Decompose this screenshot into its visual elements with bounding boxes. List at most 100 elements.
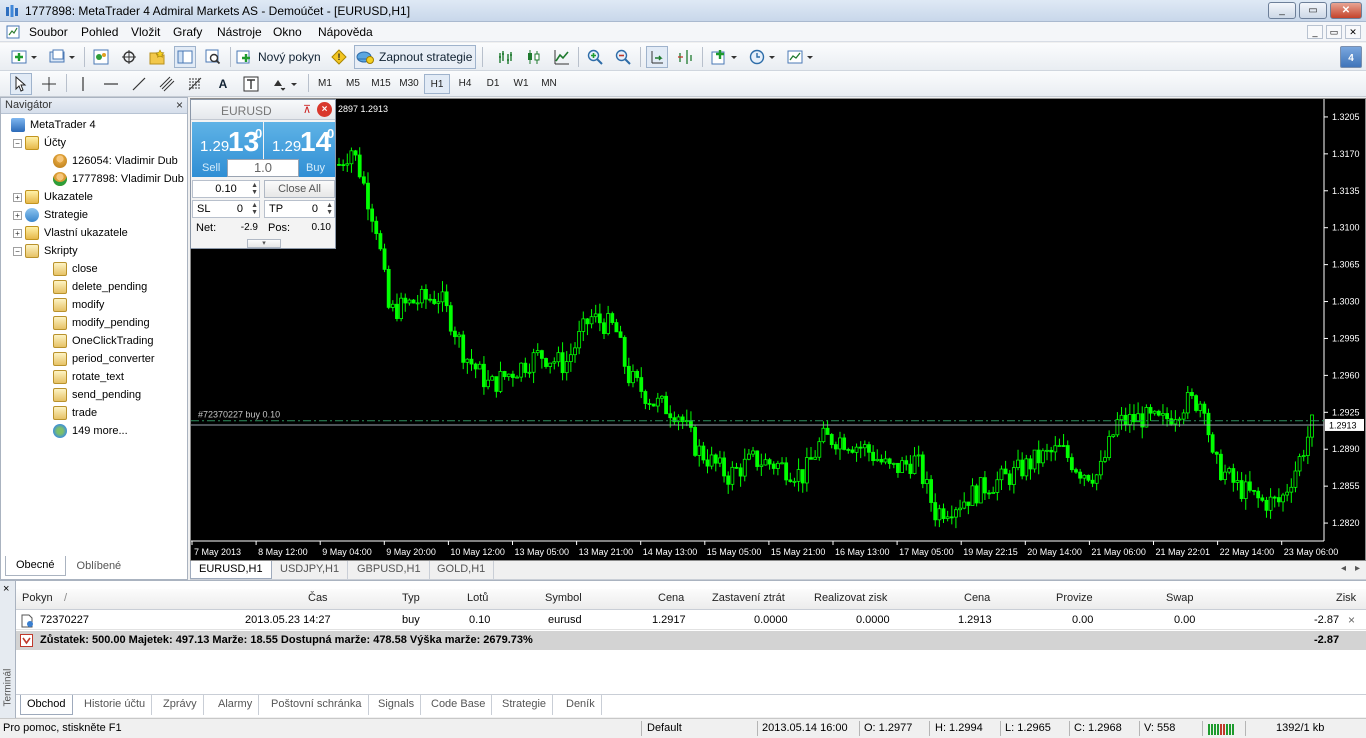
tab-alerts[interactable]: Alarmy [212,695,260,715]
templates-icon[interactable] [784,46,818,68]
new-order-button[interactable]: Nový pokyn [236,46,326,68]
col-current-price[interactable]: Cena [964,592,990,604]
col-order[interactable]: Pokyn [22,592,53,604]
timeframe-w1[interactable]: W1 [508,74,534,94]
mdi-minimize-button[interactable]: _ [1307,25,1323,39]
indicators-icon[interactable] [708,46,742,68]
chart-tab-usdjpy[interactable]: USDJPY,H1 [272,561,349,579]
close-all-button[interactable]: Close All [264,180,335,198]
tab-journal[interactable]: Deník [560,695,602,715]
tab-news[interactable]: Zprávy [157,695,204,715]
equidistant-channel-icon[interactable] [156,73,178,95]
profiles-icon[interactable] [46,46,80,68]
col-lots[interactable]: Lotů [467,592,488,604]
timeframe-mn[interactable]: MN [536,74,562,94]
expand-icon[interactable]: + [13,192,22,202]
pin-icon[interactable]: ⊼ [303,103,311,116]
text-tool-icon[interactable]: A [212,73,234,95]
data-window-icon[interactable] [118,46,140,68]
tab-scroll-left-icon[interactable]: ◂ [1341,563,1346,574]
chart-shift-icon[interactable] [674,46,696,68]
tree-accounts[interactable]: − Účty [13,134,66,152]
chart-canvas[interactable]: #72370227 buy 0.10 2897 1.2913 1.3205 1.317… [191,99,1365,560]
script-item[interactable]: delete_pending [53,278,147,296]
menu-help[interactable]: Nápověda [318,25,373,39]
new-chart-icon[interactable] [8,46,42,68]
col-time[interactable]: Čas [308,592,328,604]
chart-tab-gold[interactable]: GOLD,H1 [429,561,495,579]
tree-account-2[interactable]: 1777898: Vladimir Dub [53,170,184,188]
timeframe-m15[interactable]: M15 [368,74,394,94]
tree-root[interactable]: MetaTrader 4 [11,116,96,134]
script-item[interactable]: close [53,260,98,278]
take-profit-input[interactable]: TP 0 ▲ ▼ [264,200,335,218]
menu-charts[interactable]: Grafy [173,25,202,39]
text-label-icon[interactable] [240,73,262,95]
candlestick-icon[interactable] [523,46,545,68]
one-click-close-icon[interactable]: × [317,102,332,117]
col-swap[interactable]: Swap [1166,592,1194,604]
tree-custom-indicators[interactable]: + Vlastní ukazatele [13,224,128,242]
timeframe-h1[interactable]: H1 [424,74,450,94]
expand-panel-icon[interactable]: ▾ [247,239,281,248]
status-profile[interactable]: Default [647,722,682,734]
script-item[interactable]: OneClickTrading [53,332,154,350]
navigator-icon[interactable] [146,46,168,68]
tab-account-history[interactable]: Historie účtu [78,695,153,715]
script-item[interactable]: trade [53,404,97,422]
terminal-close-icon[interactable]: × [3,583,9,595]
tab-common[interactable]: Obecné [5,556,66,576]
chart-tab-eurusd[interactable]: EURUSD,H1 [190,561,272,579]
timeframe-m1[interactable]: M1 [312,74,338,94]
tree-indicators[interactable]: + Ukazatele [13,188,93,206]
maximize-button[interactable]: ▭ [1299,2,1327,19]
autoscroll-icon[interactable] [646,46,668,68]
tab-code-base[interactable]: Code Base [425,695,493,715]
tree-scripts[interactable]: − Skripty [13,242,78,260]
mdi-close-button[interactable]: ✕ [1345,25,1361,39]
minimize-button[interactable]: _ [1268,2,1296,19]
spin-arrows-icon[interactable]: ▲ ▼ [251,182,258,196]
script-item[interactable]: modify_pending [53,314,150,332]
mailbox-notifications-icon[interactable]: 4 [1340,46,1362,68]
collapse-icon[interactable]: − [13,138,22,148]
line-chart-icon[interactable] [551,46,573,68]
menu-view[interactable]: Pohled [81,25,118,39]
lot-size-input[interactable]: 1.0 [227,159,299,177]
tree-experts[interactable]: + Strategie [13,206,88,224]
cursor-icon[interactable] [10,73,32,95]
menu-insert[interactable]: Vložit [131,25,160,39]
timeframe-h4[interactable]: H4 [452,74,478,94]
tab-favorites[interactable]: Oblíbené [66,556,133,576]
menu-window[interactable]: Okno [273,25,302,39]
zoom-out-icon[interactable] [612,46,634,68]
bar-chart-icon[interactable] [495,46,517,68]
spin-arrows-icon[interactable]: ▲ ▼ [251,202,258,216]
tab-scroll-right-icon[interactable]: ▸ [1355,563,1360,574]
stop-loss-input[interactable]: SL 0 ▲ ▼ [192,200,260,218]
close-button[interactable]: ✕ [1330,2,1362,19]
arrows-icon[interactable] [268,73,302,95]
col-take-profit[interactable]: Realizovat zisk [814,592,887,604]
close-order-icon[interactable]: × [1348,613,1355,627]
horizontal-line-icon[interactable] [100,73,122,95]
tab-signals[interactable]: Signals [372,695,422,715]
fibonacci-icon[interactable] [184,73,206,95]
tree-account-1[interactable]: 126054: Vladimir Dub [53,152,178,170]
metaeditor-icon[interactable]: ! [328,46,350,68]
expand-icon[interactable]: + [13,228,22,238]
collapse-icon[interactable]: − [13,246,22,256]
zoom-in-icon[interactable] [584,46,606,68]
col-symbol[interactable]: Symbol [545,592,582,604]
strategy-tester-icon[interactable] [202,46,224,68]
menu-tools[interactable]: Nástroje [217,25,262,39]
periods-icon[interactable] [746,46,780,68]
menu-file[interactable]: Soubor [29,25,68,39]
tab-trade[interactable]: Obchod [20,695,73,715]
col-type[interactable]: Typ [402,592,420,604]
lot-step-input[interactable]: 0.10 ▲ ▼ [192,180,260,198]
timeframe-m5[interactable]: M5 [340,74,366,94]
more-scripts-item[interactable]: 149 more... [53,422,128,440]
col-stop-loss[interactable]: Zastavení ztrát [712,592,785,604]
tab-experts[interactable]: Strategie [496,695,554,715]
